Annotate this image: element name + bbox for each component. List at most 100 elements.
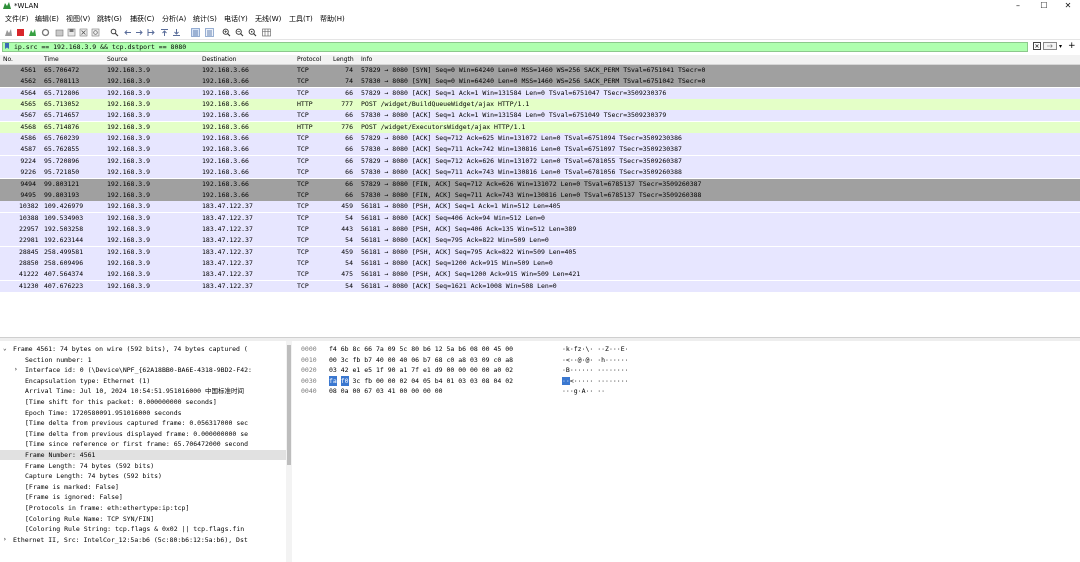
options-icon[interactable] bbox=[41, 28, 50, 37]
bookmark-icon[interactable] bbox=[5, 43, 9, 49]
last-icon[interactable] bbox=[172, 28, 181, 37]
packet-row[interactable]: 9494 99.803121 192.168.3.9 192.168.3.66 TCP 6… bbox=[0, 178, 1080, 190]
menu-capture[interactable]: 捕获(C) bbox=[130, 14, 154, 24]
detail-tree-item[interactable]: [Frame is ignored: False] bbox=[0, 492, 286, 502]
apply-filter-icon[interactable] bbox=[1043, 42, 1057, 50]
detail-tree-item[interactable]: [Time delta from previous displayed fram… bbox=[0, 429, 286, 439]
packet-row[interactable]: 4586 65.760239 192.168.3.9 192.168.3.66 TCP 6… bbox=[0, 133, 1080, 145]
hex-byte[interactable]: e5 bbox=[364, 365, 372, 375]
packet-row[interactable]: 4567 65.714657 192.168.3.9 192.168.3.66 TCP 6… bbox=[0, 110, 1080, 122]
bytes-ascii[interactable]: ···g·A·· ·· bbox=[562, 386, 605, 396]
hex-byte[interactable]: c0 bbox=[494, 355, 502, 365]
packet-row[interactable]: 22981 192.623144 192.168.3.9 183.47.122.37 T… bbox=[0, 235, 1080, 247]
bytes-hex[interactable]: f4 6b 8c 66 7a 09 5c 80 b6 12 5a b6 08 0… bbox=[329, 344, 513, 354]
bytes-hex[interactable]: 00 3c fb b7 40 00 40 06 b7 68 c0 a8 03 0… bbox=[329, 355, 513, 365]
hex-byte[interactable]: 7f bbox=[411, 365, 419, 375]
packet-row[interactable]: 28845 258.499581 192.168.3.9 183.47.122.37 T… bbox=[0, 246, 1080, 258]
detail-tree-item[interactable]: [Coloring Rule Name: TCP SYN/FIN] bbox=[0, 514, 286, 524]
close-button[interactable]: ✕ bbox=[1056, 0, 1080, 12]
hex-byte[interactable]: 5a bbox=[447, 344, 455, 354]
column-header-info[interactable]: Info bbox=[361, 56, 372, 63]
packet-row[interactable]: 10382 109.426979 192.168.3.9 183.47.122.37 T… bbox=[0, 201, 1080, 213]
hex-byte[interactable]: 00 bbox=[400, 386, 408, 396]
hex-byte[interactable]: 7a bbox=[376, 344, 384, 354]
hex-byte[interactable]: 0a bbox=[341, 386, 349, 396]
packet-row[interactable]: 4565 65.713052 192.168.3.9 192.168.3.66 HTTP… bbox=[0, 99, 1080, 111]
details-scrollbar[interactable] bbox=[286, 341, 292, 562]
hex-byte[interactable]: 03 bbox=[470, 355, 478, 365]
hex-byte[interactable]: 09 bbox=[388, 344, 396, 354]
hex-byte[interactable]: 00 bbox=[411, 386, 419, 396]
hex-byte[interactable]: 42 bbox=[341, 365, 349, 375]
hex-byte[interactable]: 03 bbox=[376, 386, 384, 396]
collapse-arrow-icon[interactable]: ⌄ bbox=[3, 344, 7, 354]
hex-byte[interactable]: 03 bbox=[458, 376, 466, 386]
bytes-ascii[interactable]: ··<····· ········ bbox=[562, 376, 629, 386]
menu-statistics[interactable]: 统计(S) bbox=[193, 14, 217, 24]
hex-byte[interactable]: 68 bbox=[435, 355, 443, 365]
hex-byte[interactable]: 00 bbox=[505, 344, 513, 354]
hex-byte[interactable]: 5c bbox=[400, 344, 408, 354]
packet-row[interactable]: 22957 192.503258 192.168.3.9 183.47.122.37 T… bbox=[0, 223, 1080, 235]
stop-icon[interactable] bbox=[16, 28, 25, 37]
detail-tree-item[interactable]: Capture Length: 74 bytes (592 bits) bbox=[0, 471, 286, 481]
first-icon[interactable] bbox=[160, 28, 169, 37]
bytes-ascii[interactable]: ·<··@·@· ·h······ bbox=[562, 355, 629, 365]
bytes-ascii[interactable]: ·B······ ········ bbox=[562, 365, 629, 375]
hex-byte[interactable]: 02 bbox=[400, 376, 408, 386]
expand-arrow-icon[interactable]: › bbox=[14, 365, 18, 375]
hex-byte[interactable]: fb bbox=[364, 376, 372, 386]
hex-byte[interactable]: b7 bbox=[423, 355, 431, 365]
menu-go[interactable]: 跳转(G) bbox=[97, 14, 122, 24]
shark-fin-icon[interactable] bbox=[4, 28, 13, 37]
zoom-in-icon[interactable] bbox=[222, 28, 231, 37]
menu-view[interactable]: 视图(V) bbox=[66, 14, 90, 24]
hex-byte[interactable]: 80 bbox=[411, 344, 419, 354]
menu-wireless[interactable]: 无线(W) bbox=[255, 14, 281, 24]
hex-byte[interactable]: b6 bbox=[423, 344, 431, 354]
detail-tree-item[interactable]: [Coloring Rule String: tcp.flags & 0x02 … bbox=[0, 524, 286, 534]
save-icon[interactable] bbox=[67, 28, 76, 37]
filter-dropdown-icon[interactable]: ▾ bbox=[1059, 43, 1062, 50]
hex-byte[interactable]: 00 bbox=[482, 365, 490, 375]
hex-byte[interactable]: 00 bbox=[447, 365, 455, 375]
colorize-icon[interactable] bbox=[205, 28, 214, 37]
hex-byte[interactable]: 00 bbox=[458, 365, 466, 375]
column-header-time[interactable]: Time bbox=[44, 56, 59, 63]
hex-byte[interactable]: 00 bbox=[423, 386, 431, 396]
detail-tree-item[interactable]: › Ethernet II, Src: IntelCor_12:5a:b6 (5c… bbox=[0, 535, 286, 545]
packet-row[interactable]: 4568 65.714876 192.168.3.9 192.168.3.66 HTTP… bbox=[0, 121, 1080, 133]
hex-byte[interactable]: 3c bbox=[353, 376, 361, 386]
hex-byte[interactable]: 66 bbox=[364, 344, 372, 354]
details-scrollbar-thumb[interactable] bbox=[287, 345, 291, 465]
column-header-no[interactable]: No. bbox=[3, 56, 13, 63]
detail-tree-item[interactable]: Section number: 1 bbox=[0, 355, 286, 365]
restart-icon[interactable] bbox=[28, 28, 37, 37]
column-header-protocol[interactable]: Protocol bbox=[297, 56, 321, 63]
menu-telephony[interactable]: 电话(Y) bbox=[224, 14, 248, 24]
packet-row[interactable]: 10388 109.534903 192.168.3.9 183.47.122.37 T… bbox=[0, 212, 1080, 224]
reload-icon[interactable] bbox=[91, 28, 100, 37]
hex-byte[interactable]: 00 bbox=[329, 355, 337, 365]
hex-byte[interactable]: 00 bbox=[470, 365, 478, 375]
minimize-button[interactable]: – bbox=[1006, 0, 1030, 12]
column-header-length[interactable]: Length bbox=[333, 56, 354, 63]
hex-byte[interactable]: b7 bbox=[364, 355, 372, 365]
hex-byte[interactable]: 03 bbox=[470, 376, 478, 386]
hex-byte[interactable]: c0 bbox=[447, 355, 455, 365]
menu-analyze[interactable]: 分析(A) bbox=[162, 14, 186, 24]
hex-byte[interactable]: 00 bbox=[353, 386, 361, 396]
hex-byte[interactable]: a8 bbox=[505, 355, 513, 365]
bytes-ascii[interactable]: ·k·fz·\· ··Z···E· bbox=[562, 344, 629, 354]
bytes-hex[interactable]: fa f0 3c fb 00 00 02 04 05 b4 01 03 03 0… bbox=[329, 375, 513, 386]
hex-byte[interactable]: 02 bbox=[505, 365, 513, 375]
detail-tree-item[interactable]: Encapsulation type: Ethernet (1) bbox=[0, 376, 286, 386]
packet-row[interactable]: 9495 99.803193 192.168.3.9 192.168.3.66 TCP 6… bbox=[0, 189, 1080, 201]
detail-tree-item[interactable]: ⌄ Frame 4561: 74 bytes on wire (592 bits)… bbox=[0, 344, 286, 354]
clear-filter-icon[interactable] bbox=[1033, 42, 1041, 50]
hex-byte[interactable]: 3c bbox=[341, 355, 349, 365]
hex-byte[interactable]: 05 bbox=[423, 376, 431, 386]
resize-columns-icon[interactable] bbox=[262, 28, 271, 37]
packet-row[interactable]: 41230 407.676223 192.168.3.9 183.47.122.37 T… bbox=[0, 280, 1080, 292]
packet-row[interactable]: 9224 95.720896 192.168.3.9 192.168.3.66 TCP 6… bbox=[0, 155, 1080, 167]
